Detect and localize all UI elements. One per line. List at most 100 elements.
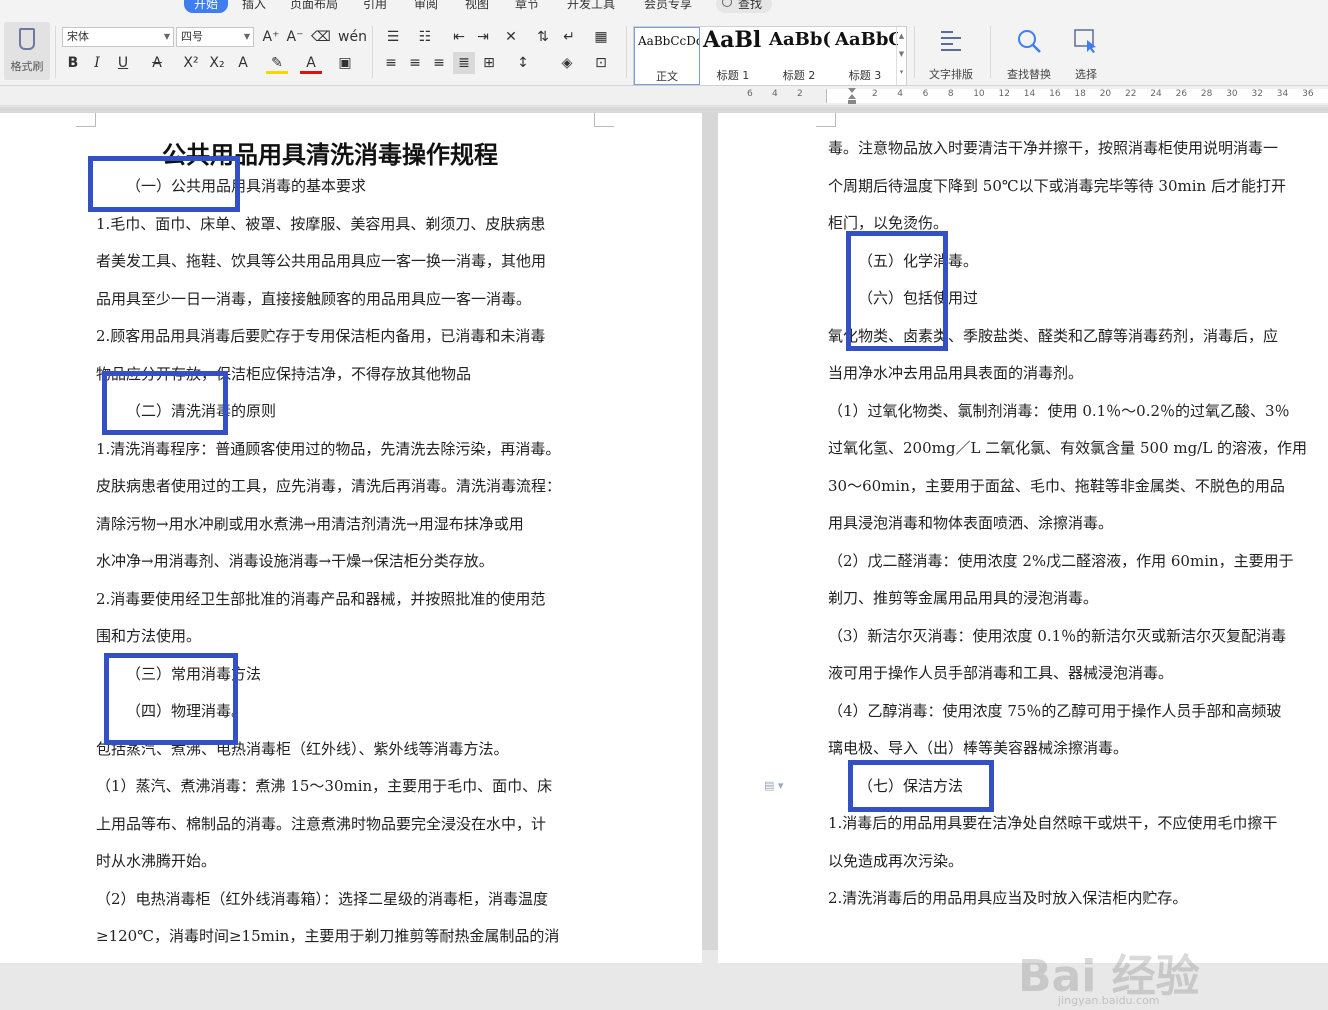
text-line: （3）新洁尔灭消毒：使用浓度 0.1％的新洁尔灭或新洁尔灭复配消毒 (828, 626, 1287, 645)
highlight-box (846, 231, 948, 351)
increase-indent-icon[interactable]: ⇥ (472, 26, 494, 48)
clear-format-icon[interactable]: ⌫ (310, 26, 332, 48)
shrink-font-icon[interactable]: A⁻ (284, 26, 306, 48)
chinese-layout-icon[interactable]: ✕ (500, 26, 522, 48)
tab-developer[interactable]: 开发工具 (557, 0, 625, 13)
text-line: （2）戊二醛消毒：使用浓度 2%戊二醛溶液，作用 60min，主要用于 (828, 551, 1294, 570)
tab-references[interactable]: 引用 (353, 0, 397, 13)
borders-icon[interactable]: ⊡ (590, 52, 612, 74)
style-name: 正文 (656, 70, 678, 83)
search-box[interactable]: 查找 (716, 0, 773, 13)
align-left-icon[interactable]: ≡ (380, 52, 402, 74)
text-line: （1）过氧化物类、氯制剂消毒：使用 0.1％～0.2％的过氧乙酸、3％ (828, 401, 1290, 420)
text-line: 当用净水冲去用品用具表面的消毒剂。 (828, 364, 1084, 382)
align-right-icon[interactable]: ≡ (428, 52, 450, 74)
text-effect-icon[interactable]: A (232, 52, 254, 74)
document-area[interactable]: 公共用品用具清洗消毒操作规程 （一）公共用品用具消毒的基本要求 1.毛巾、面巾、床… (0, 107, 1328, 1007)
font-name-select[interactable]: 宋体 ▼ (62, 27, 174, 47)
ruler-number: 2 (797, 89, 803, 99)
bold-icon[interactable]: B (62, 52, 84, 74)
ruler-number: 28 (1200, 89, 1213, 99)
sort-icon[interactable]: ⇅ (532, 26, 554, 48)
ruler-number: 34 (1276, 89, 1289, 99)
tab-member[interactable]: 会员专享 (634, 0, 702, 13)
phonetic-icon[interactable]: wén (338, 26, 367, 48)
ruler-number: 18 (1074, 89, 1086, 99)
tab-review[interactable]: 审阅 (404, 0, 448, 13)
text-line: 璃电极、导入（出）棒等美容器械涂擦消毒。 (828, 739, 1129, 757)
paragraph-handle-icon[interactable]: ▤ ▾ (764, 779, 783, 792)
tab-page-layout[interactable]: 页面布局 (280, 0, 348, 13)
ruler-number: 4 (772, 89, 778, 99)
text-line: 毒。注意物品放入时要清洁干净并擦干，按照消毒柜使用说明消毒一 (828, 139, 1279, 157)
style-sample: AaBl (703, 27, 762, 53)
horizontal-ruler[interactable]: 6 4 2 2468101214161820222426283032343638 (0, 86, 1328, 106)
search-icon (722, 0, 732, 7)
table-icon[interactable]: ▦ (590, 26, 612, 48)
page-right[interactable]: 毒。注意物品放入时要清洁干净并擦干，按照消毒柜使用说明消毒一 个周期后待温度下降到… (718, 113, 1328, 963)
style-heading-2[interactable]: AaBb( 标题 2 (766, 27, 832, 85)
text-line: （1）蒸汽、煮沸消毒：煮沸 15～30min，主要用于毛巾、面巾、床 (96, 777, 553, 795)
ruler-number: 16 (1049, 89, 1061, 99)
text-layout-button[interactable]: 文字排版 (920, 26, 982, 82)
divider (55, 26, 56, 78)
distribute-icon[interactable]: ⊞ (478, 52, 500, 74)
margin-corner (816, 113, 836, 127)
tab-view[interactable]: 视图 (455, 0, 499, 13)
style-gallery-scroll[interactable]: ▲ ▼ ▾ (896, 27, 906, 85)
underline-icon[interactable]: U (112, 52, 134, 74)
text-line: 皮肤病患者使用过的工具，应先消毒，清洗后再消毒。清洗消毒流程： (96, 477, 562, 495)
highlight-box (88, 156, 240, 212)
highlight-box (848, 760, 994, 812)
style-heading-3[interactable]: AaBbC 标题 3 (832, 27, 898, 85)
search-label: 查找 (738, 0, 763, 11)
font-color-icon[interactable]: A (300, 52, 322, 74)
format-painter-button[interactable]: 格式刷 (4, 22, 50, 80)
shading-icon[interactable]: ◈ (556, 52, 578, 74)
style-normal[interactable]: AaBbCcDd 正文 (634, 27, 700, 85)
ruler-number: 32 (1251, 89, 1263, 99)
text-line: 水冲净→用消毒剂、消毒设施消毒→干燥→保洁柜分类存放。 (96, 552, 494, 570)
text-line: （2）电热消毒柜（红外线消毒箱）：选择二星级的消毒柜，消毒温度 (96, 889, 549, 908)
style-name: 标题 2 (782, 69, 816, 82)
italic-icon[interactable]: I (86, 52, 108, 74)
tab-insert[interactable]: 插入 (232, 0, 276, 13)
indent-marker-icon[interactable] (848, 88, 856, 104)
show-marks-icon[interactable]: ↵ (558, 26, 580, 48)
number-list-icon[interactable]: ☷ (414, 26, 436, 48)
find-replace-button[interactable]: 查找替换 (998, 26, 1060, 82)
margin-corner (76, 113, 96, 127)
ruler-number: 24 (1150, 89, 1162, 99)
font-size-select[interactable]: 四号 ▼ (176, 27, 254, 47)
tab-home[interactable]: 开始 (184, 0, 229, 13)
chevron-down-icon: ▼ (243, 32, 250, 41)
text-line: ≥120℃，消毒时间≥15min，主要用于剃刀推剪等耐热金属制品的消 (96, 927, 560, 945)
text-layout-icon (941, 31, 961, 51)
line-spacing-icon[interactable]: ↕ (512, 52, 534, 74)
watermark-url: jingyan.baidu.com (1058, 994, 1160, 1007)
superscript-icon[interactable]: X² (180, 52, 202, 74)
select-button[interactable]: 选择 (1064, 26, 1108, 82)
font-size-value: 四号 (181, 30, 203, 43)
style-heading-1[interactable]: AaBl 标题 1 (700, 27, 766, 85)
char-border-icon[interactable]: ▣ (334, 52, 356, 74)
text-line: 液可用于操作人员手部消毒和工具、器械浸泡消毒。 (828, 664, 1174, 682)
ribbon-toolbar: 格式刷 宋体 ▼ 四号 ▼ A⁺ A⁻ ⌫ wén B I U A X² X₂ … (0, 14, 1328, 86)
justify-icon[interactable]: ≣ (453, 52, 475, 74)
text-line: 30～60min，主要用于面盆、毛巾、拖鞋等非金属类、不脱色的用品 (828, 476, 1285, 495)
ruler-number: 4 (897, 89, 904, 99)
ruler-number: 12 (998, 89, 1010, 99)
highlight-icon[interactable]: ✎ (266, 52, 288, 74)
text-line: 1.清洗消毒程序：普通顾客使用过的物品，先清洗去除污染，再消毒。 (96, 439, 561, 458)
strikethrough-icon[interactable]: A (146, 52, 168, 74)
bullet-list-icon[interactable]: ☰ (382, 26, 404, 48)
select-label: 选择 (1075, 68, 1097, 81)
align-center-icon[interactable]: ≡ (404, 52, 426, 74)
ruler-number: 30 (1226, 89, 1238, 99)
grow-font-icon[interactable]: A⁺ (260, 26, 282, 48)
chevron-down-icon: ▼ (163, 32, 170, 41)
tab-chapter[interactable]: 章节 (505, 0, 549, 13)
decrease-indent-icon[interactable]: ⇤ (448, 26, 470, 48)
page-left[interactable]: 公共用品用具清洗消毒操作规程 （一）公共用品用具消毒的基本要求 1.毛巾、面巾、床… (0, 113, 702, 963)
subscript-icon[interactable]: X₂ (206, 52, 228, 74)
